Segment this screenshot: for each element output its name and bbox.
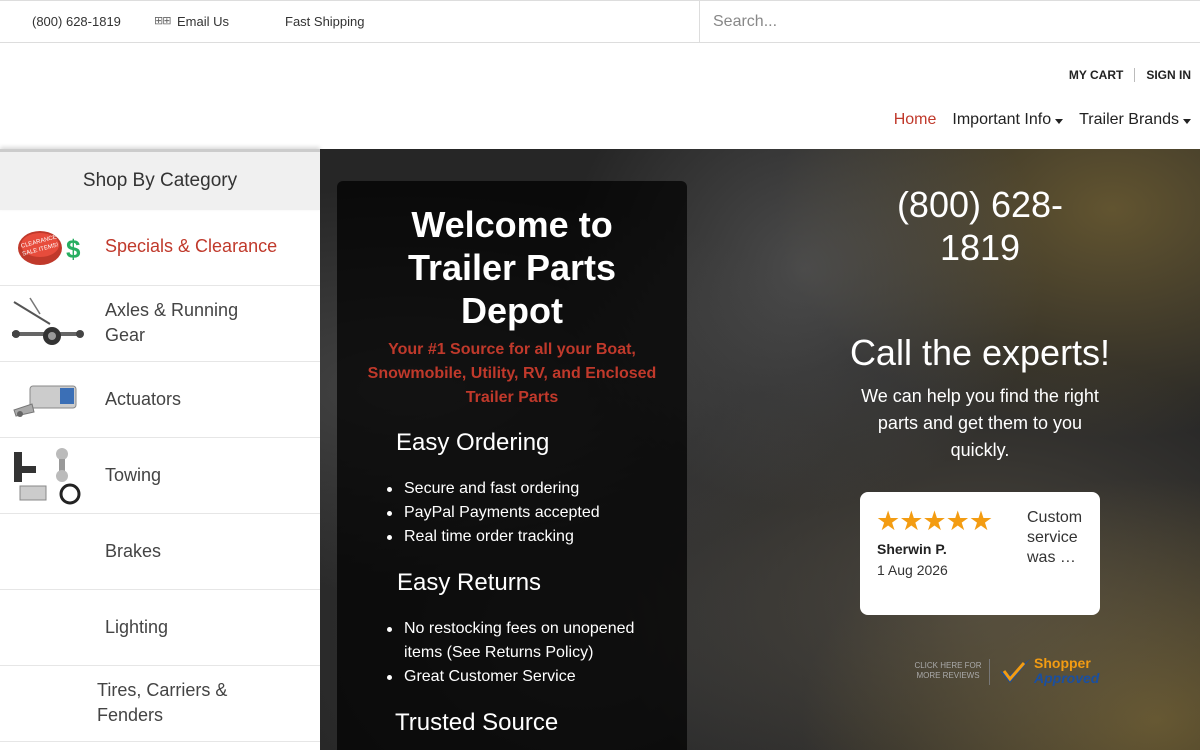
list-item: Secure and fast ordering — [387, 477, 600, 501]
review-date: 1 Aug 2026 — [877, 562, 948, 578]
trailer-axle-icon — [12, 297, 84, 345]
nav-home[interactable]: Home — [894, 111, 937, 129]
email-us-link[interactable]: Email Us — [177, 14, 229, 29]
actuator-icon — [13, 385, 77, 417]
svg-text:$: $ — [66, 234, 81, 264]
my-cart-link[interactable]: MY CART — [1058, 68, 1136, 82]
checkmark-icon — [1000, 659, 1030, 683]
sidebar-item-label: Actuators — [105, 389, 182, 409]
welcome-subtitle: Your #1 Source for all your Boat, Snowmo… — [367, 341, 657, 406]
sidebar-item-axles[interactable]: Axles & Running Gear — [0, 286, 320, 362]
nav-trailer-brands[interactable]: Trailer Brands — [1079, 111, 1191, 129]
sidebar-item-actuators[interactable]: Actuators — [0, 362, 320, 438]
top-bar-contact: (800) 628-1819 ⊞⊞ Email Us Fast Shipping — [0, 1, 700, 43]
reviewer-name: Sherwin P. — [877, 541, 947, 557]
experts-body: We can help you find the right parts and… — [861, 386, 1099, 460]
ordering-list: Secure and fast ordering PayPal Payments… — [387, 477, 600, 549]
account-links: MY CART SIGN IN — [1058, 68, 1191, 82]
sidebar-item-label: Tires, Carriers & Fenders — [97, 680, 228, 725]
sidebar-item-towing[interactable]: Towing — [0, 438, 320, 514]
sign-in-link[interactable]: SIGN IN — [1135, 68, 1191, 82]
sidebar-item-label: Specials & Clearance — [105, 236, 278, 256]
returns-list: No restocking fees on unopened items (Se… — [387, 617, 657, 689]
sidebar-title: Shop By Category — [0, 149, 320, 210]
welcome-title: Welcome to Trailer Parts Depot — [407, 204, 617, 331]
shopper-approved-badge[interactable]: CLICK HERE FOR MORE REVIEWS Shopper Appr… — [912, 655, 1102, 689]
section-heading-trusted: Trusted Source — [395, 709, 559, 736]
review-card[interactable]: ★★★★★ Sherwin P. 1 Aug 2026 Custom servi… — [860, 492, 1100, 615]
nav-trailer-brands-label: Trailer Brands — [1079, 111, 1179, 128]
list-item: No restocking fees on unopened items (Se… — [387, 617, 657, 665]
list-item: Real time order tracking — [387, 525, 600, 549]
caret-down-icon — [1055, 118, 1064, 124]
badge-name-2: Approved — [1034, 670, 1100, 686]
section-heading-ordering: Easy Ordering — [396, 429, 550, 456]
hero-banner: Welcome to Trailer Parts Depot Your #1 S… — [320, 149, 1200, 750]
section-heading-returns: Easy Returns — [397, 569, 542, 596]
top-phone-link[interactable]: (800) 628-1819 — [32, 14, 121, 29]
sidebar-item-specials[interactable]: CLEARANCE SALE ITEMS! $ Specials & Clear… — [0, 210, 320, 286]
hitch-ball-icon — [14, 448, 81, 505]
sidebar-item-tires[interactable]: Tires, Carriers & Fenders — [0, 666, 320, 742]
envelope-icon: ⊞⊞ — [154, 15, 171, 27]
welcome-panel: Welcome to Trailer Parts Depot Your #1 S… — [337, 181, 687, 750]
fast-shipping-link[interactable]: Fast Shipping — [285, 14, 365, 29]
sidebar-item-lighting[interactable]: Lighting — [0, 590, 320, 666]
nav-important-info[interactable]: Important Info — [952, 111, 1064, 129]
more-reviews-text: CLICK HERE FOR MORE REVIEWS — [914, 661, 982, 680]
search-box — [699, 1, 1200, 43]
sidebar-item-label: Lighting — [105, 617, 169, 637]
nav-important-info-label: Important Info — [952, 111, 1052, 128]
sidebar-item-label: Towing — [105, 465, 162, 485]
badge-name-1: Shopper — [1034, 655, 1091, 671]
experts-title: Call the experts! — [849, 332, 1111, 373]
top-bar: (800) 628-1819 ⊞⊞ Email Us Fast Shipping — [0, 0, 1200, 43]
list-item: Great Customer Service — [387, 665, 657, 689]
clearance-sale-icon: CLEARANCE SALE ITEMS! $ — [18, 231, 81, 265]
list-item: PayPal Payments accepted — [387, 501, 600, 525]
badge-divider — [989, 659, 990, 685]
star-rating: ★★★★★ — [876, 506, 993, 536]
main-nav: Home Important Info Trailer Brands — [878, 111, 1191, 129]
search-input[interactable] — [700, 1, 1200, 43]
caret-down-icon — [1183, 118, 1191, 124]
nav-home-label: Home — [893, 111, 937, 128]
review-text: Custom service was … — [1027, 509, 1083, 566]
category-sidebar: Shop By Category CLEARANCE SALE ITEMS! $… — [0, 149, 320, 750]
hero-phone[interactable]: (800) 628-1819 — [880, 183, 1080, 269]
sidebar-item-label: Brakes — [105, 541, 162, 561]
sidebar-item-brakes[interactable]: Brakes — [0, 514, 320, 590]
sidebar-item-label: Axles & Running Gear — [105, 300, 239, 345]
